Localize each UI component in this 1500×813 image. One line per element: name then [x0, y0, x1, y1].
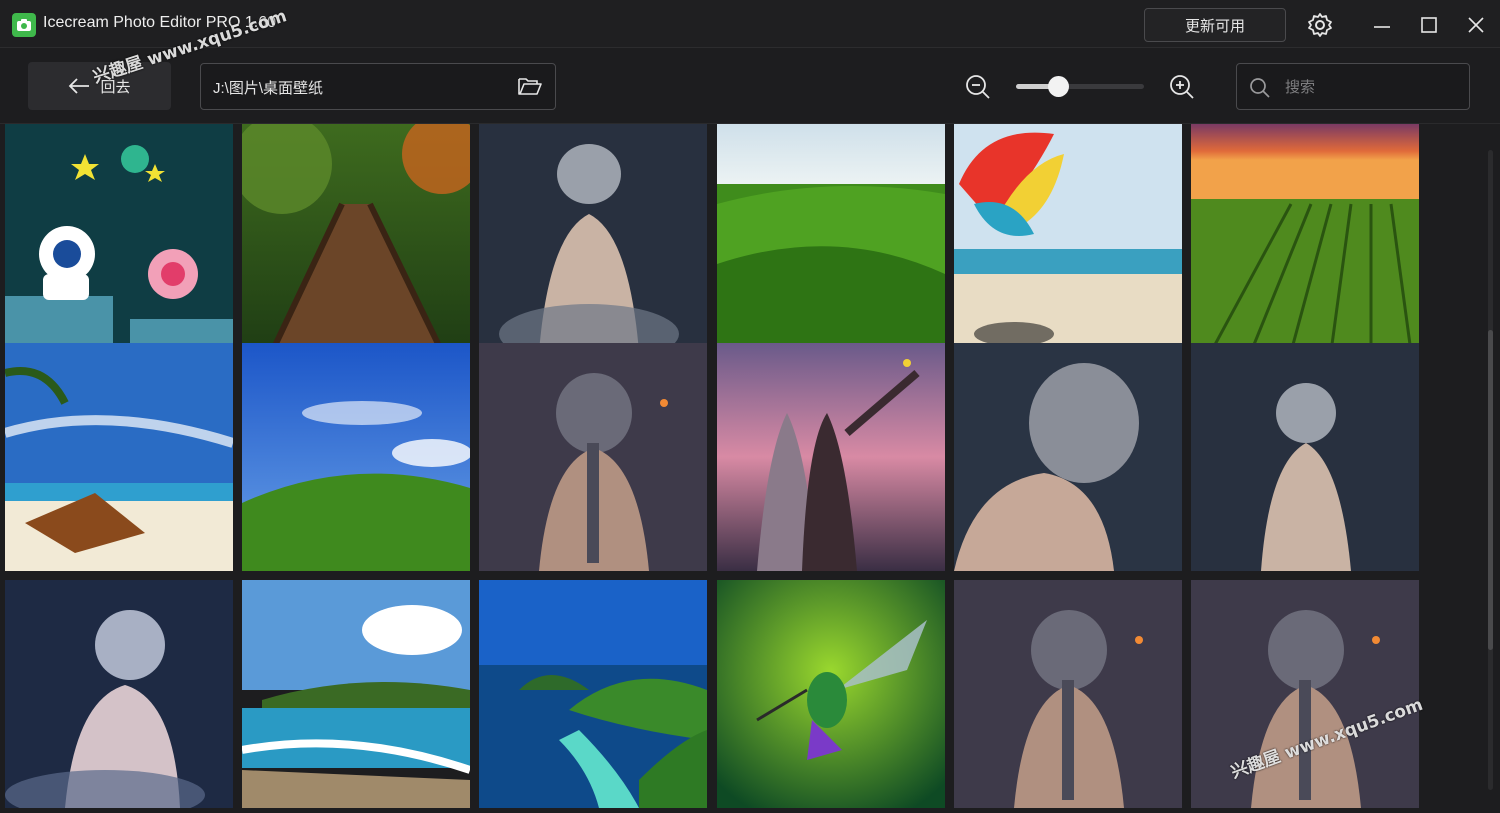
photo-grid: 兴趣屋 www.xqu5.com 兴趣屋 www.xqu5.com — [0, 124, 1430, 813]
toolbar: 回去 J:\图片\桌面壁纸 — [0, 48, 1500, 124]
zoom-slider[interactable] — [1016, 76, 1144, 97]
folder-path-text: J:\图片\桌面壁纸 — [213, 80, 324, 97]
photo-thumbnail[interactable] — [479, 580, 707, 808]
search-box[interactable] — [1236, 63, 1470, 110]
photo-thumbnail[interactable] — [1191, 343, 1419, 571]
close-icon[interactable] — [1463, 12, 1489, 38]
camera-icon — [12, 13, 36, 37]
photo-thumbnail[interactable] — [954, 343, 1182, 571]
update-available-button[interactable]: 更新可用 — [1144, 8, 1286, 42]
arrow-left-icon — [69, 78, 90, 94]
folder-open-icon[interactable] — [517, 75, 543, 97]
photo-thumbnail[interactable] — [717, 343, 945, 571]
photo-thumbnail[interactable] — [242, 580, 470, 808]
photo-thumbnail[interactable] — [5, 580, 233, 808]
zoom-in-icon[interactable] — [1168, 73, 1196, 101]
folder-path-field[interactable]: J:\图片\桌面壁纸 — [200, 63, 556, 110]
scrollbar[interactable] — [1488, 150, 1493, 790]
photo-thumbnail[interactable] — [954, 124, 1182, 352]
search-icon — [1250, 78, 1270, 98]
gear-icon[interactable] — [1307, 12, 1333, 38]
photo-thumbnail[interactable] — [242, 343, 470, 571]
zoom-slider-thumb[interactable] — [1047, 76, 1069, 97]
photo-thumbnail[interactable] — [717, 580, 945, 808]
zoom-out-icon[interactable] — [964, 73, 992, 101]
photo-thumbnail[interactable] — [717, 124, 945, 352]
photo-thumbnail[interactable] — [5, 343, 233, 571]
photo-thumbnail[interactable] — [242, 124, 470, 352]
photo-thumbnail[interactable] — [5, 124, 233, 352]
maximize-icon[interactable] — [1416, 12, 1442, 38]
minimize-icon[interactable] — [1369, 12, 1395, 38]
photo-thumbnail[interactable] — [479, 343, 707, 571]
photo-thumbnail[interactable] — [954, 580, 1182, 808]
photo-thumbnail[interactable] — [479, 124, 707, 352]
photo-thumbnail[interactable] — [1191, 124, 1419, 352]
photo-thumbnail[interactable] — [1191, 580, 1419, 808]
scrollbar-thumb[interactable] — [1488, 330, 1493, 650]
search-input[interactable] — [1285, 72, 1455, 102]
